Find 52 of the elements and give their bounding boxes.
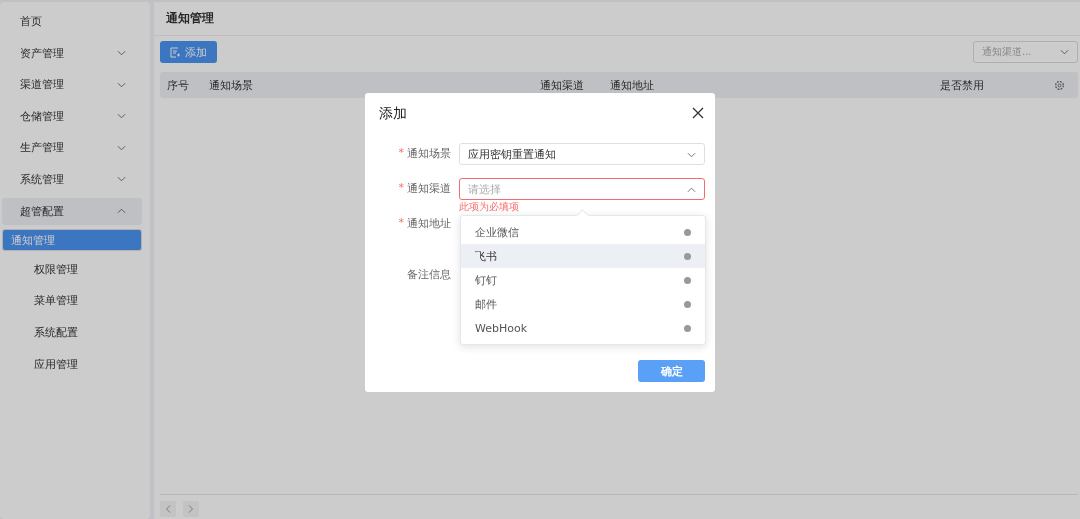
close-button[interactable]	[691, 107, 705, 121]
dot-icon	[684, 228, 691, 236]
dot-icon	[684, 252, 691, 260]
chevron-icon	[117, 113, 126, 120]
select-field[interactable]: 应用密钥重置通知	[459, 143, 705, 165]
chevron-icon	[117, 176, 126, 183]
dialog-title: 添加	[379, 105, 407, 123]
dropdown-option[interactable]: WebHook	[461, 316, 705, 340]
chevron-right-icon	[188, 505, 194, 513]
page-title: 通知管理	[154, 2, 1080, 36]
column-header: 通知场景	[209, 77, 254, 93]
dot-icon	[684, 324, 691, 332]
sidebar-item[interactable]: 首页	[2, 8, 142, 35]
column-header: 序号	[167, 77, 190, 93]
sidebar-subitem[interactable]: 菜单管理	[2, 287, 142, 315]
chevron-icon	[117, 81, 126, 88]
sidebar-subitem[interactable]: 权限管理	[2, 255, 142, 283]
sidebar-item[interactable]: 系统管理	[2, 165, 142, 193]
sidebar-item[interactable]: 超管配置	[2, 197, 142, 225]
required-mark: *	[398, 215, 404, 231]
chevron-icon	[117, 208, 126, 215]
chevron-icon	[687, 151, 696, 158]
sidebar-item[interactable]: 仓储管理	[2, 102, 142, 130]
column-header: 通知渠道	[540, 77, 585, 93]
edit-icon	[170, 46, 181, 58]
close-icon	[692, 107, 704, 119]
error-message: 此项为必填项	[459, 200, 520, 213]
settings-icon[interactable]	[1054, 79, 1065, 91]
dropdown-option[interactable]: 飞书	[461, 244, 705, 268]
required-mark: *	[398, 180, 404, 196]
field-label: 通知地址	[407, 216, 451, 232]
sidebar-subitem[interactable]: 应用管理	[2, 350, 142, 378]
chevron-icon	[1060, 49, 1069, 55]
chevron-icon	[117, 50, 126, 57]
dot-icon	[684, 276, 691, 284]
column-header: 是否禁用	[940, 77, 985, 93]
dropdown-option[interactable]: 企业微信	[461, 220, 705, 244]
dropdown-option[interactable]: 邮件	[461, 292, 705, 316]
sidebar-subitem[interactable]: 系统配置	[2, 318, 142, 346]
column-header: 通知地址	[610, 77, 655, 93]
chevron-icon	[687, 186, 696, 193]
chevron-left-icon	[165, 505, 171, 513]
field-label: 通知渠道	[407, 181, 451, 197]
chevron-icon	[117, 144, 126, 151]
sidebar-item[interactable]: 资产管理	[2, 39, 142, 67]
sidebar-item[interactable]: 渠道管理	[2, 71, 142, 99]
dot-icon	[684, 300, 691, 308]
dropdown-option[interactable]: 钉钉	[461, 268, 705, 292]
field-label: 通知场景	[407, 146, 451, 162]
sidebar-item[interactable]: 生产管理	[2, 134, 142, 162]
required-mark: *	[398, 145, 404, 161]
field-label: 备注信息	[407, 267, 451, 283]
